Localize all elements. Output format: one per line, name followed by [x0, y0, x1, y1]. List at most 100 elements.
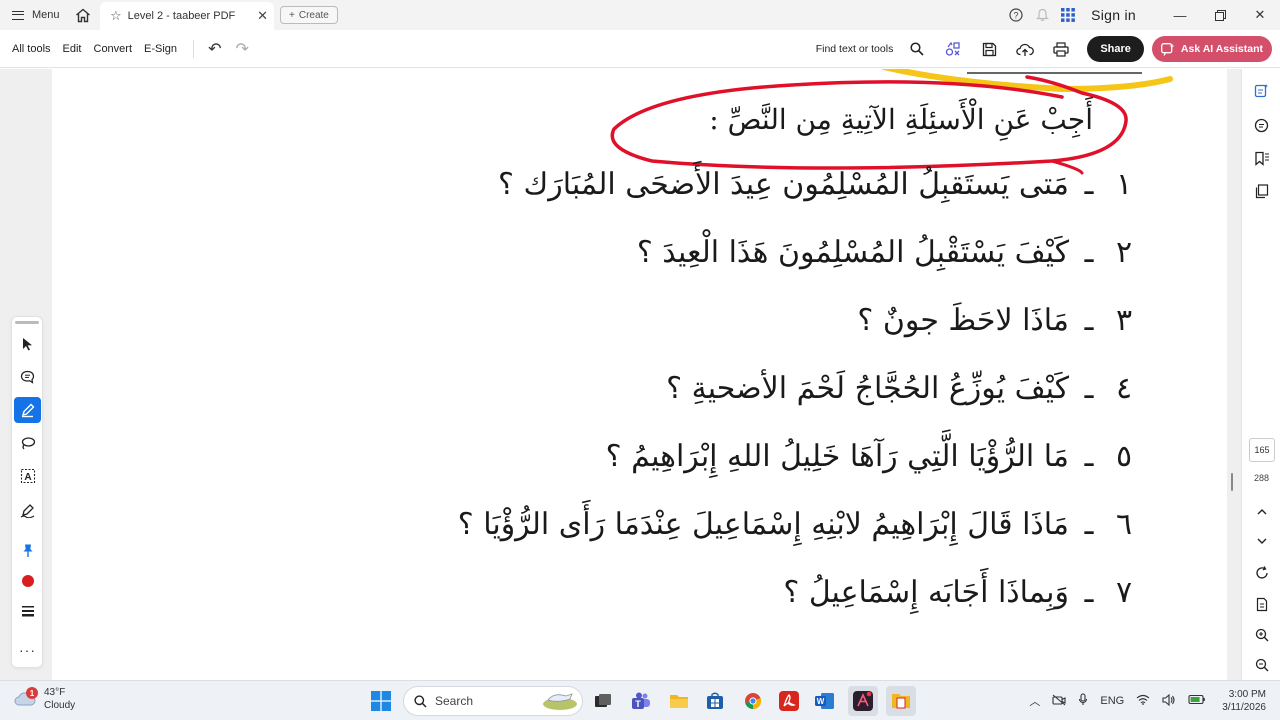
- question-dash: ـ: [1084, 303, 1094, 338]
- close-window-icon[interactable]: ✕: [1240, 0, 1280, 30]
- question-dash: ـ: [1084, 371, 1094, 406]
- windows-taskbar: 1 43°F Cloudy Search T W ︿ ENG 3:00 PM 3…: [0, 680, 1280, 720]
- select-cursor-icon[interactable]: [14, 331, 41, 357]
- question-5: ٥ ـ مَا الرُّؤْيَا الَّتِي رَآهَا خَلِيل…: [606, 439, 1139, 474]
- redo-icon[interactable]: ↷: [235, 39, 248, 59]
- active-app-icon[interactable]: [848, 686, 878, 716]
- close-tab-icon[interactable]: ✕: [257, 8, 268, 24]
- rotate-icon[interactable]: [1242, 561, 1280, 585]
- fit-page-icon[interactable]: [1242, 592, 1280, 616]
- menu-button[interactable]: Menu: [0, 9, 66, 21]
- acrobat-icon[interactable]: [774, 686, 804, 716]
- all-tools-button[interactable]: All tools: [6, 43, 57, 55]
- question-3: ٣ ـ مَاذَا لاحَظَ جونٌ ؟: [857, 303, 1139, 338]
- ai-label: Ask AI Assistant: [1180, 43, 1263, 55]
- camera-off-icon[interactable]: [1046, 694, 1072, 709]
- apps-grid-icon[interactable]: [1055, 0, 1081, 30]
- weather-desc: Cloudy: [44, 700, 76, 711]
- file-explorer-icon[interactable]: [664, 686, 694, 716]
- word-icon[interactable]: W: [810, 686, 840, 716]
- weather-widget[interactable]: 1 43°F Cloudy: [14, 686, 75, 712]
- search-icon: [414, 694, 427, 708]
- search-icon[interactable]: [899, 30, 935, 68]
- toolbar-right: Find text or tools Share Ask AI Assistan…: [816, 30, 1272, 68]
- weather-temp: 43°F: [44, 687, 66, 698]
- question-text: مَاذَا لاحَظَ جونٌ ؟: [857, 303, 1069, 338]
- chevron-up-icon[interactable]: [1242, 500, 1280, 524]
- teams-icon[interactable]: T: [626, 686, 656, 716]
- highlighter-pen-icon[interactable]: [14, 397, 41, 423]
- rail-grip[interactable]: [15, 321, 39, 324]
- print-icon[interactable]: [1043, 30, 1079, 68]
- scrollbar-thumb[interactable]: [1231, 473, 1233, 491]
- menu-label: Menu: [32, 9, 60, 21]
- help-icon[interactable]: ?: [1003, 0, 1029, 30]
- language-indicator[interactable]: ENG: [1094, 695, 1130, 707]
- document-tab[interactable]: ☆ Level 2 - taabeer PDF ✕: [100, 2, 274, 30]
- sign-in-link[interactable]: Sign in: [1091, 7, 1136, 23]
- question-number: ٢: [1115, 235, 1133, 270]
- clock-date: 3/11/2026: [1222, 702, 1266, 713]
- question-text: مَتى يَستَقبِلُ المُسْلِمُون عِيدَ الأَض…: [498, 167, 1069, 202]
- pdf-folder-icon[interactable]: [886, 686, 916, 716]
- windows-start-icon[interactable]: [366, 686, 396, 716]
- tools-shapes-icon[interactable]: [935, 30, 971, 68]
- color-picker-icon[interactable]: [14, 568, 41, 594]
- battery-icon[interactable]: [1182, 694, 1212, 708]
- wifi-icon[interactable]: [1130, 694, 1156, 708]
- chevron-down-icon[interactable]: [1242, 529, 1280, 553]
- find-text-button[interactable]: Find text or tools: [816, 43, 894, 55]
- home-button[interactable]: [66, 0, 100, 30]
- page-thumbnails-icon[interactable]: [1242, 179, 1280, 203]
- weather-alert-badge: 1: [26, 687, 38, 699]
- ai-panel-icon[interactable]: [1242, 78, 1280, 102]
- right-panel-rail: 165 288: [1241, 69, 1280, 680]
- task-view-icon[interactable]: [588, 686, 618, 716]
- restore-icon[interactable]: [1200, 0, 1240, 30]
- pdf-page[interactable]: أَجِبْ عَنِ الْأَسئِلَةِ الآتِيةِ مِن ال…: [52, 69, 1227, 680]
- question-text: كَيْفَ يُوزِّعُ الحُجَّاجُ لَحْمَ الأضحي…: [666, 371, 1069, 406]
- pin-icon[interactable]: [14, 537, 41, 563]
- sign-pen-icon[interactable]: [14, 497, 41, 523]
- comments-panel-icon[interactable]: [1242, 113, 1280, 137]
- text-box-icon[interactable]: A: [14, 463, 41, 489]
- upload-cloud-icon[interactable]: [1007, 30, 1043, 68]
- zoom-in-icon[interactable]: [1242, 623, 1280, 647]
- plus-icon: +: [289, 9, 295, 21]
- cloud-icon: 1: [14, 687, 38, 707]
- taskbar-search[interactable]: Search: [403, 686, 583, 716]
- question-number: ٦: [1115, 507, 1133, 542]
- document-area[interactable]: أَجِبْ عَنِ الْأَسئِلَةِ الآتِيةِ مِن ال…: [0, 69, 1280, 680]
- tab-title: Level 2 - taabeer PDF: [127, 10, 236, 22]
- more-tools-icon[interactable]: ···: [14, 637, 41, 663]
- chrome-icon[interactable]: [738, 686, 768, 716]
- create-button[interactable]: + Create: [280, 6, 338, 24]
- store-icon[interactable]: [700, 686, 730, 716]
- star-icon[interactable]: ☆: [110, 8, 122, 24]
- question-dash: ـ: [1084, 439, 1094, 474]
- zoom-out-icon[interactable]: [1242, 653, 1280, 677]
- line-weight-icon[interactable]: [14, 598, 41, 624]
- esign-button[interactable]: E-Sign: [138, 43, 183, 55]
- undo-icon[interactable]: ↶: [208, 39, 221, 59]
- show-hidden-icons[interactable]: ︿: [1023, 693, 1046, 709]
- current-page-field[interactable]: 165: [1249, 438, 1275, 462]
- clock[interactable]: 3:00 PM 3/11/2026: [1212, 688, 1280, 714]
- bookmarks-icon[interactable]: [1242, 146, 1280, 170]
- minimize-icon[interactable]: —: [1160, 0, 1200, 30]
- ai-assistant-button[interactable]: Ask AI Assistant: [1151, 36, 1272, 62]
- edit-button[interactable]: Edit: [57, 43, 88, 55]
- question-number: ٧: [1115, 575, 1133, 610]
- lasso-draw-icon[interactable]: [14, 430, 41, 456]
- microphone-icon[interactable]: [1072, 693, 1094, 709]
- volume-icon[interactable]: [1156, 693, 1182, 709]
- bell-icon[interactable]: [1029, 0, 1055, 30]
- system-tray: ︿ ENG 3:00 PM 3/11/2026: [1023, 681, 1280, 720]
- title-right-controls: ? Sign in — ✕: [1003, 0, 1280, 30]
- save-icon[interactable]: [971, 30, 1007, 68]
- comment-icon[interactable]: [14, 364, 41, 390]
- question-dash: ـ: [1084, 167, 1094, 202]
- question-dash: ـ: [1084, 507, 1094, 542]
- convert-button[interactable]: Convert: [88, 43, 139, 55]
- share-button[interactable]: Share: [1087, 36, 1144, 62]
